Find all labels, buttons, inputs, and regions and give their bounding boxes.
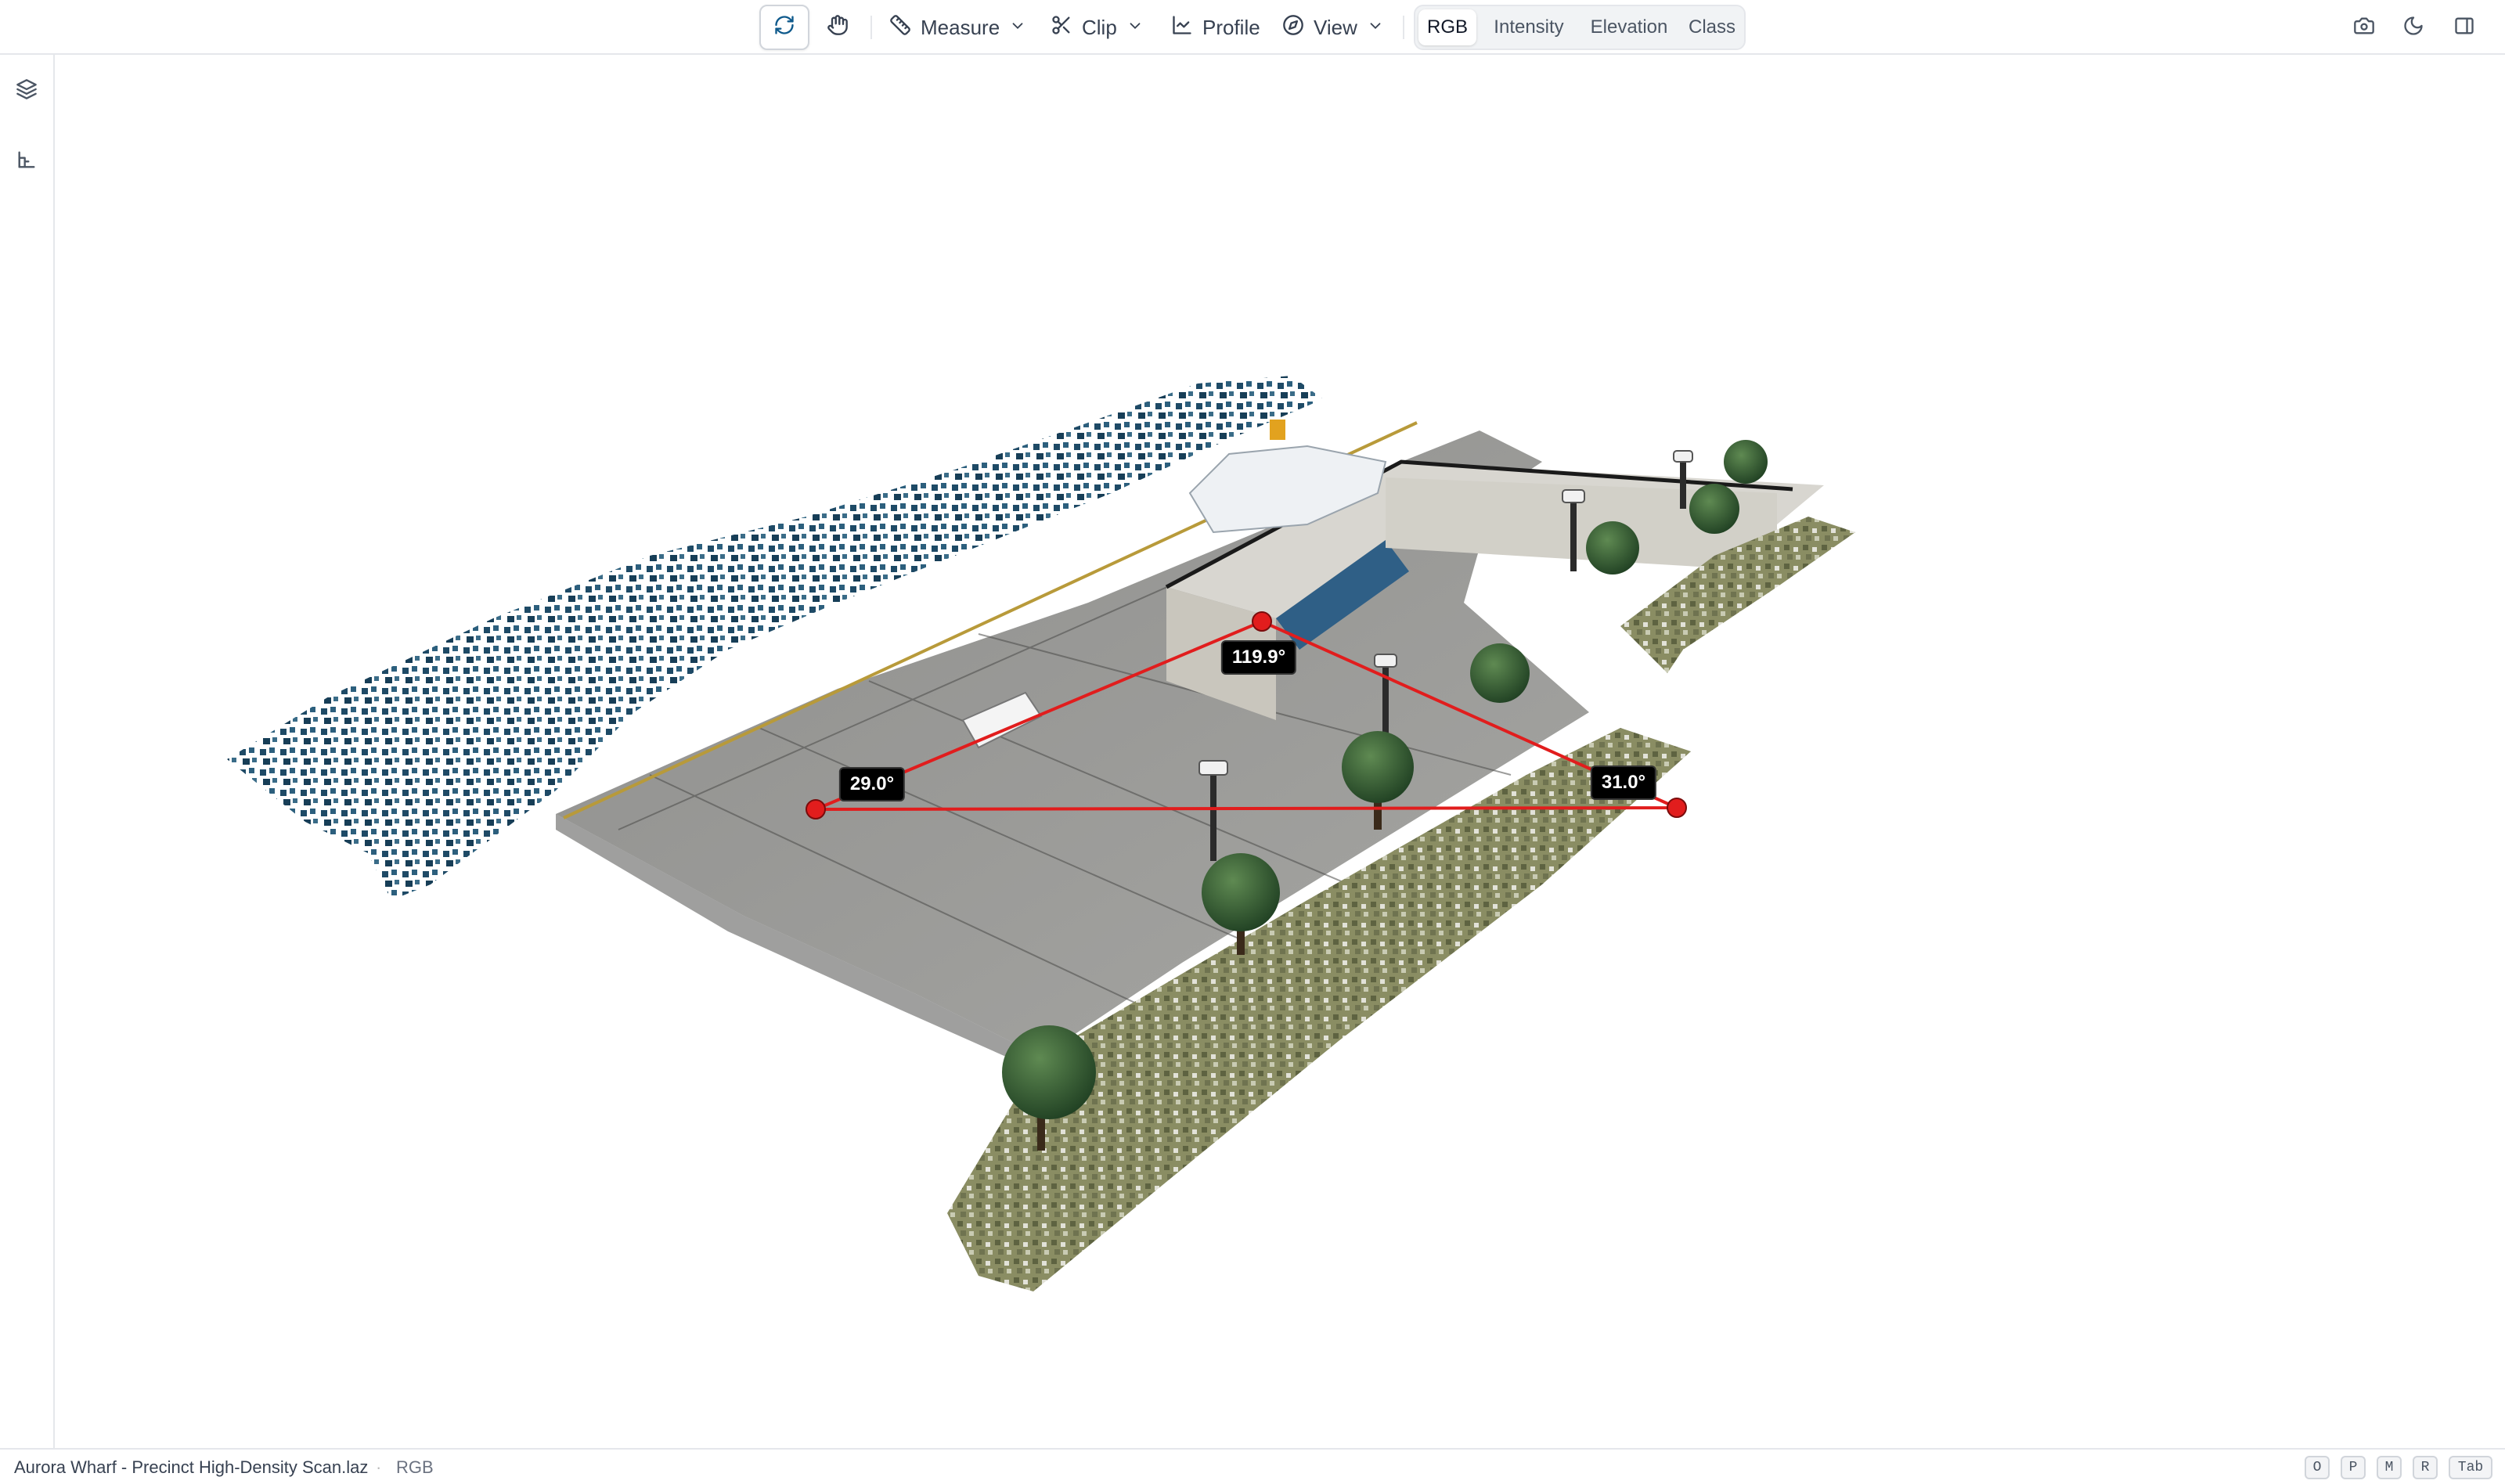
color-mode-class[interactable]: Class: [1683, 9, 1741, 45]
angle-label-b: 119.9°: [1220, 640, 1297, 675]
refresh-orbit-icon: [773, 14, 795, 41]
scissors-icon: [1051, 14, 1072, 41]
measure-label: Measure: [921, 15, 1000, 39]
compass-icon: [1282, 14, 1304, 41]
profile-label: Profile: [1202, 15, 1260, 39]
screenshot-button[interactable]: [2349, 13, 2379, 42]
left-sidebar: [0, 55, 55, 1448]
color-mode-segmented-control: RGB Intensity Elevation Class: [1414, 5, 1746, 50]
chevron-down-icon: [1367, 16, 1384, 40]
status-separator: ·: [376, 1457, 382, 1477]
vessel-beacon: [1270, 420, 1285, 440]
chevron-down-icon: [1126, 16, 1144, 40]
view-button[interactable]: View: [1282, 5, 1384, 50]
orbit-button[interactable]: [759, 5, 809, 50]
clip-button[interactable]: Clip: [1051, 5, 1144, 50]
toolbar-divider: [870, 16, 872, 39]
view-label: View: [1314, 15, 1357, 39]
shortcut-key-r: R: [2413, 1456, 2438, 1479]
chevron-down-icon: [1009, 16, 1026, 40]
moon-icon: [2402, 15, 2424, 41]
shortcut-key-m: M: [2377, 1456, 2402, 1479]
status-bar: Aurora Wharf - Precinct High-Density Sca…: [0, 1448, 2505, 1484]
toolbar-divider: [1403, 16, 1404, 39]
measure-point-a[interactable]: [806, 799, 826, 819]
shortcut-key-p: P: [2341, 1456, 2366, 1479]
file-name: Aurora Wharf - Precinct High-Density Sca…: [14, 1457, 369, 1477]
color-mode-intensity[interactable]: Intensity: [1483, 9, 1575, 45]
camera-icon: [2353, 15, 2375, 41]
layers-button[interactable]: [11, 75, 42, 106]
shortcut-key-tab: Tab: [2449, 1456, 2492, 1479]
shortcut-key-o: O: [2305, 1456, 2330, 1479]
color-mode-rgb[interactable]: RGB: [1418, 9, 1476, 45]
pan-hand-icon: [827, 14, 849, 41]
measure-point-b[interactable]: [1252, 611, 1272, 632]
point-cloud-viewport[interactable]: 29.0° 119.9° 31.0°: [55, 55, 2505, 1448]
panel-toggle-button[interactable]: [2449, 13, 2479, 42]
ruler-icon: [889, 14, 911, 41]
point-cloud-scene: [227, 376, 1855, 1291]
measure-button[interactable]: Measure: [889, 5, 1026, 50]
color-mode-status: RGB: [396, 1457, 434, 1477]
pan-button[interactable]: [813, 5, 863, 50]
clip-label: Clip: [1082, 15, 1117, 39]
top-toolbar: Measure Clip Profile View RGB Intensity …: [0, 0, 2505, 55]
layers-icon: [16, 78, 38, 104]
ruler-measure-icon: [16, 149, 38, 175]
measure-point-c[interactable]: [1667, 798, 1687, 818]
profile-button[interactable]: Profile: [1171, 5, 1260, 50]
measurements-panel-button[interactable]: [11, 146, 42, 177]
angle-label-c: 31.0°: [1590, 765, 1657, 800]
line-chart-icon: [1171, 14, 1193, 41]
theme-toggle-button[interactable]: [2399, 13, 2428, 42]
angle-label-a: 29.0°: [838, 767, 906, 801]
color-mode-elevation[interactable]: Elevation: [1580, 9, 1678, 45]
panel-toggle-icon: [2453, 15, 2475, 41]
